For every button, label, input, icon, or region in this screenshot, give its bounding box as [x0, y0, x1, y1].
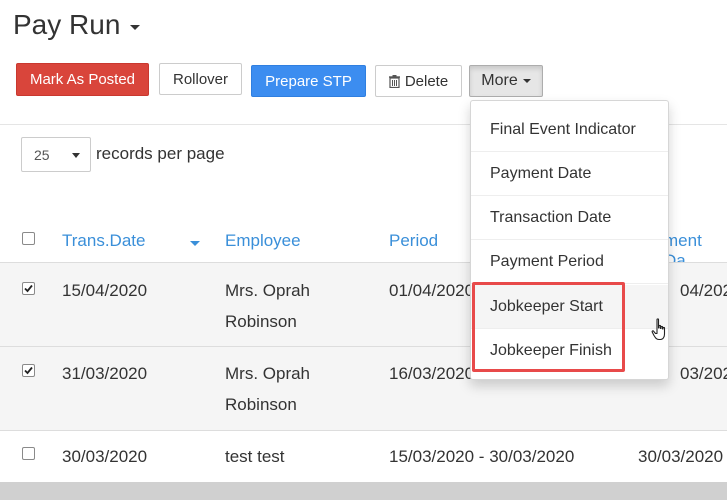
trans-date-cell: 31/03/2020	[62, 364, 148, 383]
footer-bar	[0, 482, 727, 500]
more-label: More	[481, 72, 518, 89]
menu-item-final-event-indicator[interactable]: Final Event Indicator	[471, 108, 668, 152]
page-title-text: Pay Run	[13, 9, 121, 40]
menu-item-payment-date[interactable]: Payment Date	[471, 152, 668, 196]
column-header-employee[interactable]: Employee	[225, 231, 301, 251]
check-icon	[24, 284, 33, 293]
rollover-button[interactable]: Rollover	[159, 63, 242, 95]
mark-as-posted-button[interactable]: Mark As Posted	[16, 63, 149, 96]
row-checkbox[interactable]	[22, 364, 35, 377]
period-cell: 16/03/2020	[389, 364, 475, 383]
delete-button[interactable]: Delete	[375, 65, 462, 97]
trans-date-cell: 30/03/2020	[62, 447, 148, 466]
page-title[interactable]: Pay Run	[13, 9, 141, 41]
payment-date-cell: 30/03/2020	[638, 447, 724, 466]
row-checkbox[interactable]	[22, 282, 35, 295]
sort-desc-icon[interactable]	[190, 241, 200, 246]
trans-date-cell: 15/04/2020	[62, 281, 148, 300]
chevron-down-icon	[130, 24, 141, 30]
hand-cursor-icon	[651, 318, 666, 341]
payment-date-cell: 04/2020	[680, 281, 727, 300]
row-checkbox[interactable]	[22, 447, 35, 460]
employee-cell-line2: Robinson	[225, 312, 297, 331]
payment-date-cell: 03/2020	[680, 364, 727, 383]
per-page-value: 25	[34, 146, 50, 163]
column-header-period[interactable]: Period	[389, 231, 438, 251]
period-cell: 01/04/2020	[389, 281, 475, 300]
select-all-checkbox[interactable]	[22, 232, 35, 245]
employee-cell: test test	[225, 447, 285, 466]
highlight-annotation	[472, 282, 625, 372]
menu-item-payment-period[interactable]: Payment Period	[471, 240, 668, 284]
menu-item-transaction-date[interactable]: Transaction Date	[471, 196, 668, 240]
trash-icon	[388, 74, 400, 88]
caret-down-icon	[522, 79, 531, 83]
caret-down-icon	[72, 153, 80, 158]
employee-cell-line2: Robinson	[225, 395, 297, 414]
employee-cell-line1: Mrs. Oprah	[225, 281, 311, 300]
column-header-trans-date[interactable]: Trans.Date	[62, 231, 145, 251]
prepare-stp-button[interactable]: Prepare STP	[251, 65, 366, 97]
table-row[interactable]: 30/03/2020 test test 15/03/2020 - 30/03/…	[0, 430, 727, 482]
check-icon	[24, 366, 33, 375]
more-button[interactable]: More	[469, 65, 543, 97]
records-per-page-label: records per page	[96, 144, 225, 163]
period-cell: 15/03/2020 - 30/03/2020	[389, 447, 575, 466]
employee-cell-line1: Mrs. Oprah	[225, 364, 311, 383]
delete-label: Delete	[404, 72, 449, 90]
records-per-page-select[interactable]: 25	[21, 137, 91, 172]
